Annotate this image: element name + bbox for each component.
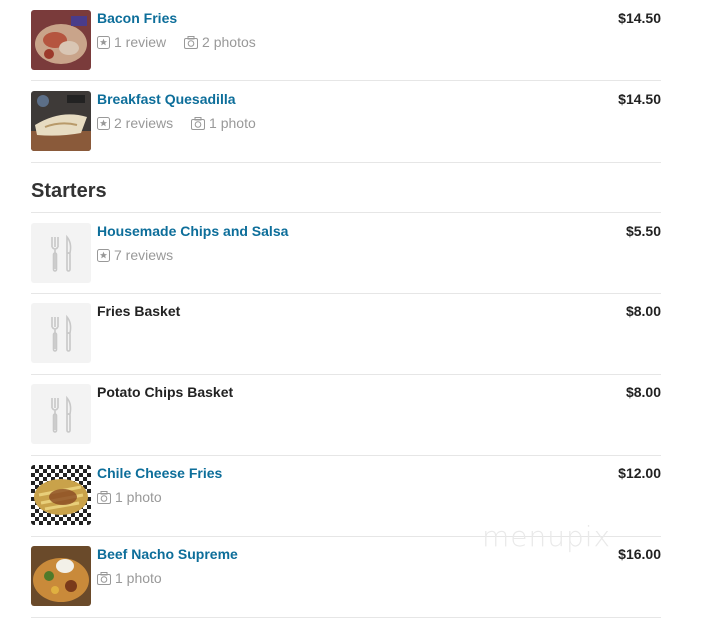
photos-link[interactable]: 1 photo [191, 115, 256, 131]
star-review-icon [97, 36, 110, 50]
cutlery-placeholder-icon [31, 384, 91, 444]
item-price: $8.00 [625, 384, 661, 400]
item-price: $12.00 [618, 465, 661, 481]
photos-count: 1 photo [115, 570, 162, 587]
menu-item-fries-basket: Fries Basket $8.00 [31, 293, 661, 375]
photos-count: 2 photos [202, 34, 256, 51]
section-title-starters: Starters [31, 180, 107, 202]
chile-cheese-fries-photo[interactable] [31, 465, 91, 525]
menu-item-potato-chips-basket: Potato Chips Basket $8.00 [31, 374, 661, 456]
camera-icon [97, 572, 111, 586]
menupix-watermark: menupix [482, 520, 612, 553]
item-title: Potato Chips Basket [97, 384, 234, 400]
item-price: $14.50 [618, 91, 661, 107]
item-price: $16.00 [618, 546, 661, 562]
star-review-icon [97, 249, 110, 263]
item-title[interactable]: Chile Cheese Fries [97, 465, 222, 481]
star-review-icon [97, 117, 110, 131]
reviews-link[interactable]: 7 reviews [97, 247, 173, 263]
item-meta: 2 reviews 1 photo [97, 114, 270, 131]
photos-link[interactable]: 2 photos [184, 34, 256, 50]
nacho-photo[interactable] [31, 546, 91, 606]
item-meta: 1 review 2 photos [97, 33, 270, 50]
reviews-count: 1 review [114, 34, 167, 51]
menu-item-breakfast-quesadilla: Breakfast Quesadilla $14.50 2 reviews 1 … [31, 81, 661, 163]
cutlery-placeholder-icon [31, 303, 91, 363]
item-meta: 1 photo [97, 488, 176, 505]
photos-count: 1 photo [115, 489, 162, 506]
menu-item-bacon-fries: Bacon Fries $14.50 1 review 2 photos [31, 0, 661, 81]
photos-link[interactable]: 1 photo [97, 570, 162, 586]
item-meta: 1 photo [97, 569, 176, 586]
item-price: $5.50 [625, 223, 661, 239]
item-meta: 7 reviews [97, 246, 187, 263]
bacon-fries-photo[interactable] [31, 10, 91, 70]
item-title[interactable]: Beef Nacho Supreme [97, 546, 238, 562]
reviews-count: 7 reviews [114, 247, 174, 264]
reviews-link[interactable]: 2 reviews [97, 115, 173, 131]
item-price: $14.50 [618, 10, 661, 26]
photos-link[interactable]: 1 photo [97, 489, 162, 505]
camera-icon [184, 36, 199, 50]
reviews-link[interactable]: 1 review [97, 34, 166, 50]
camera-icon [97, 491, 111, 505]
item-price: $8.00 [625, 303, 661, 319]
item-title[interactable]: Bacon Fries [97, 10, 177, 26]
item-title[interactable]: Housemade Chips and Salsa [97, 223, 288, 239]
photos-count: 1 photo [209, 115, 256, 132]
cutlery-placeholder-icon [31, 223, 91, 283]
item-title: Fries Basket [97, 303, 181, 319]
quesadilla-photo[interactable] [31, 91, 91, 151]
camera-icon [191, 117, 206, 131]
item-title[interactable]: Breakfast Quesadilla [97, 91, 236, 107]
menu-item-chips-salsa: Housemade Chips and Salsa $5.50 7 review… [31, 212, 661, 294]
reviews-count: 2 reviews [114, 115, 174, 132]
